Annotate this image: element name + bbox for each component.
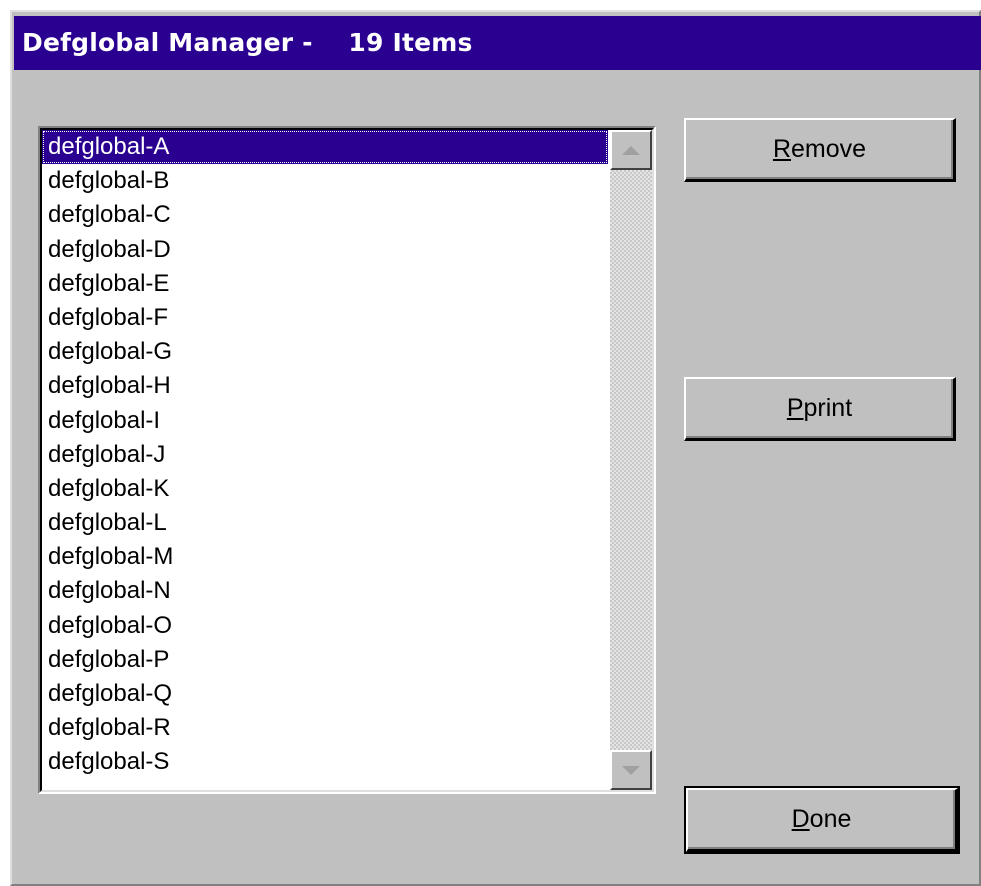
list-item[interactable]: defglobal-P: [42, 643, 610, 677]
print-label: print: [803, 394, 853, 422]
remove-mnemonic: R: [772, 135, 791, 163]
scroll-down-button[interactable]: [610, 750, 652, 790]
done-label: one: [809, 805, 852, 833]
list-item[interactable]: defglobal-O: [42, 609, 610, 643]
scroll-up-arrow-icon: [622, 145, 640, 155]
print-mnemonic: P: [786, 394, 804, 422]
list-item[interactable]: defglobal-D: [42, 233, 610, 267]
list-item[interactable]: defglobal-N: [42, 574, 610, 608]
done-mnemonic: D: [791, 805, 810, 833]
list-item[interactable]: defglobal-G: [42, 335, 610, 369]
defglobal-manager-dialog: Defglobal Manager - 19 Items defglobal-A…: [10, 10, 981, 886]
window-title: Defglobal Manager - 19 Items: [14, 16, 981, 70]
scroll-down-arrow-icon: [622, 765, 640, 775]
done-button[interactable]: Done: [684, 786, 960, 854]
list-item[interactable]: defglobal-H: [42, 369, 610, 403]
list-item[interactable]: defglobal-F: [42, 301, 610, 335]
list-item[interactable]: defglobal-L: [42, 506, 610, 540]
remove-button[interactable]: Remove: [684, 118, 956, 182]
list-item[interactable]: defglobal-S: [42, 745, 610, 779]
scroll-up-button[interactable]: [610, 130, 652, 170]
listbox-items: defglobal-A defglobal-B defglobal-C defglob…: [42, 130, 610, 790]
list-item[interactable]: defglobal-J: [42, 438, 610, 472]
list-item[interactable]: defglobal-Q: [42, 677, 610, 711]
list-item[interactable]: defglobal-C: [42, 198, 610, 232]
list-item[interactable]: defglobal-B: [42, 164, 610, 198]
list-item[interactable]: defglobal-A: [42, 130, 608, 165]
list-item[interactable]: defglobal-M: [42, 540, 610, 574]
list-item[interactable]: defglobal-I: [42, 404, 610, 438]
defglobal-listbox[interactable]: defglobal-A defglobal-B defglobal-C defglob…: [38, 126, 656, 794]
list-item[interactable]: defglobal-E: [42, 267, 610, 301]
list-item[interactable]: defglobal-K: [42, 472, 610, 506]
print-button[interactable]: Pprint: [684, 377, 956, 441]
vertical-scrollbar[interactable]: [610, 130, 652, 790]
remove-label: emove: [791, 135, 867, 163]
list-item[interactable]: defglobal-R: [42, 711, 610, 745]
